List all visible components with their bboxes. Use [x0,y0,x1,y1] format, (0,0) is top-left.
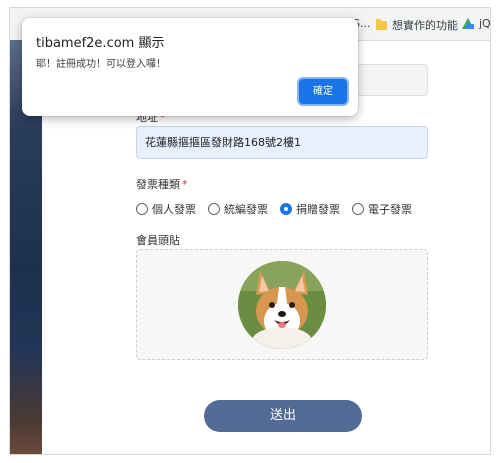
radio-label: 捐贈發票 [296,203,340,216]
invoice-option-electronic[interactable]: 電子發票 [352,201,412,217]
radio-button[interactable] [208,203,220,215]
dialog-message: 耶！註冊成功！可以登入囉！ [36,59,166,70]
invoice-option-donation[interactable]: 捐贈發票 [280,201,340,217]
avatar-image [238,261,326,349]
bookmark-item[interactable]: 想實作的功能 [376,17,458,33]
radio-label: 個人發票 [152,203,196,216]
bookmark-label: 想實作的功能 [392,19,458,32]
drive-icon [462,18,474,29]
bookmark-label: jQ [479,17,491,30]
avatar-upload-area[interactable] [136,249,428,360]
bookmark-item[interactable]: jQ [462,17,491,30]
avatar-label: 會員頭貼 [136,234,180,247]
alert-dialog: tibamef2e.com 顯示 耶！註冊成功！可以登入囉！ 確定 [22,18,358,116]
invoice-type-label-text: 發票種類 [136,178,180,191]
radio-button[interactable] [352,203,364,215]
invoice-type-label: 發票種類 * [136,176,188,192]
invoice-type-radio-group: 個人發票 統編發票 捐贈發票 電子發票 [136,201,424,217]
dialog-title: tibamef2e.com 顯示 [36,36,165,51]
address-input[interactable]: 花蓮縣摳摳區發財路168號2樓1 [136,126,428,159]
dialog-ok-button[interactable]: 確定 [299,79,347,104]
radio-button-selected[interactable] [280,203,292,215]
invoice-option-personal[interactable]: 個人發票 [136,201,196,217]
required-mark: * [182,178,188,191]
submit-button[interactable]: 送出 [204,400,362,432]
corgi-photo-icon [238,261,326,349]
radio-label: 電子發票 [368,203,412,216]
radio-button[interactable] [136,203,148,215]
folder-icon [376,18,387,30]
invoice-option-company[interactable]: 統編發票 [208,201,268,217]
browser-viewport: SS... 想實作的功能 jQ 地址 * 花蓮縣摳摳區發財路168號2樓1 發票種… [9,7,491,455]
radio-label: 統編發票 [224,203,268,216]
